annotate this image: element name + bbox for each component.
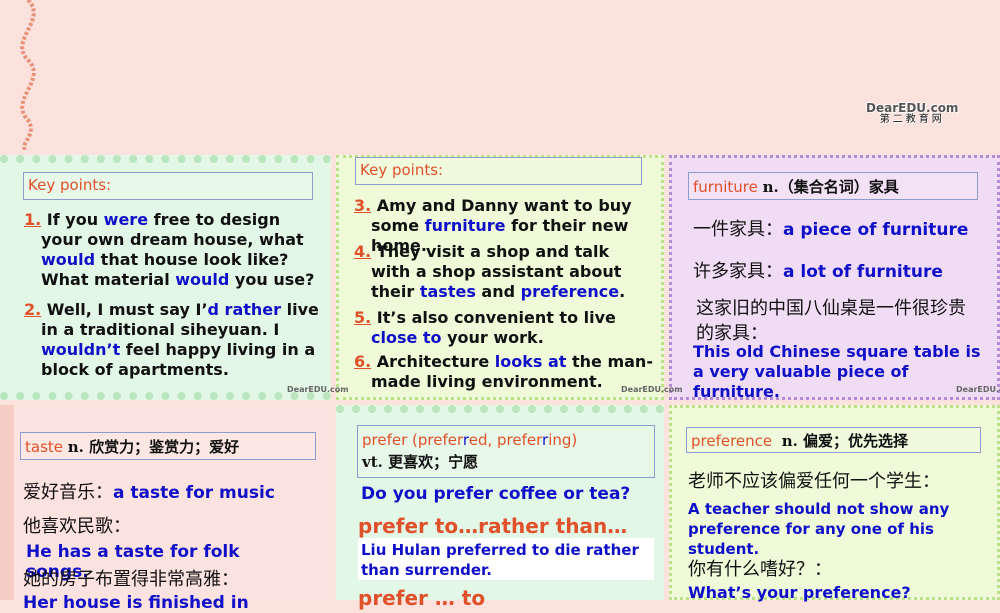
furniture-example-1: 一件家具：a piece of furniture: [693, 219, 969, 241]
item-number: 6.: [354, 352, 372, 371]
text-segment: It’s also convenient to live: [376, 308, 616, 327]
text-segment: you use?: [229, 270, 315, 289]
highlighted-phrase: looks at: [494, 352, 567, 371]
highlighted-phrase: were: [103, 210, 149, 229]
prefer-pattern-1: prefer to…rather than…: [358, 514, 628, 538]
key-point-6: 6. Architecture looks at the man-made li…: [354, 352, 654, 392]
key-point-2: 2. Well, I must say I’d rather live in a…: [24, 300, 324, 380]
taste-example-1: 爱好音乐：a taste for music: [23, 482, 275, 504]
text-segment: .: [619, 282, 626, 301]
taste-example-3-cn: 她的房子布置得非常高雅：: [23, 569, 239, 590]
key-points-header-2: Key points:: [355, 157, 642, 185]
preference-example-1-en: A teacher should not show any preference…: [688, 500, 950, 558]
text-segment: your work.: [441, 328, 544, 347]
highlighted-phrase: furniture: [424, 216, 506, 235]
text-segment: and: [475, 282, 521, 301]
preference-example-2-en: What’s your preference?: [688, 583, 911, 602]
highlighted-phrase: would: [41, 250, 96, 269]
item-number: 2.: [24, 300, 42, 319]
watermark: DearEDU.com: [287, 385, 349, 394]
taste-example-3-en: Her house is finished in: [23, 593, 249, 613]
highlighted-phrase: tastes: [419, 282, 476, 301]
taste-header: taste n. 欣赏力；鉴赏力；爱好: [20, 432, 316, 460]
item-number: 3.: [354, 196, 372, 215]
highlighted-phrase: d rather: [207, 300, 282, 319]
highlighted-phrase: would: [175, 270, 230, 289]
key-point-4: 4. They visit a shop and talk with a sho…: [354, 242, 654, 302]
slide-top-band: DearEDU.com 第二教育网: [0, 0, 1000, 152]
item-number: 5.: [354, 308, 372, 327]
prefer-header: prefer (preferred, preferring) vt. 更喜欢；宁愿: [357, 425, 655, 478]
key-point-1: 1. If you were free to design your own d…: [24, 210, 324, 290]
text-segment: Architecture: [376, 352, 495, 371]
highlighted-phrase: preference: [520, 282, 620, 301]
text-segment: If you: [46, 210, 104, 229]
watermark: DearEDU.com: [956, 385, 1000, 394]
prefer-example-2: Liu Hulan preferred to die rather than s…: [361, 541, 639, 579]
furniture-example-3-cn: 这家旧的中国八仙桌是一件很珍贵的家具：: [696, 298, 966, 344]
preference-example-2-cn: 你有什么嗜好？：: [688, 559, 832, 580]
furniture-example-3-en: This old Chinese square table is a very …: [693, 342, 981, 401]
dearedu-logo: DearEDU.com 第二教育网: [866, 101, 959, 125]
prefer-pattern-2: prefer … to: [358, 586, 486, 610]
text-segment: Well, I must say I’: [46, 300, 208, 319]
furniture-header: furniture n.（集合名词）家具: [688, 172, 978, 200]
watermark: DearEDU.com: [621, 385, 683, 394]
furniture-example-2: 许多家具：a lot of furniture: [693, 261, 943, 283]
highlighted-phrase: close to: [371, 328, 442, 347]
preference-header: preference n. 偏爱；优先选择: [686, 427, 981, 453]
item-number: 1.: [24, 210, 42, 229]
item-number: 4.: [354, 242, 372, 261]
preference-example-1-cn: 老师不应该偏爱任何一个学生：: [688, 471, 940, 492]
swirl-decoration-icon: [20, 0, 36, 150]
key-point-5: 5. It’s also convenient to live close to…: [354, 308, 654, 348]
highlighted-phrase: wouldn’t: [41, 340, 121, 359]
key-points-header: Key points:: [23, 172, 313, 200]
prefer-example-1: Do you prefer coffee or tea?: [361, 484, 631, 504]
taste-example-2-cn: 他喜欢民歌：: [23, 516, 131, 537]
